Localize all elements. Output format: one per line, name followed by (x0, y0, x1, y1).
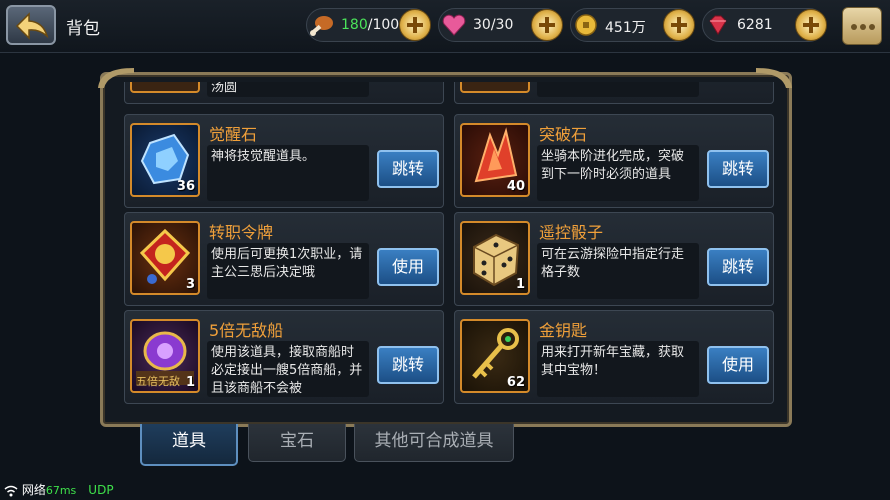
chat-menu-button[interactable] (842, 7, 882, 45)
list-item: 40 突破石 坐骑本阶进化完成，突破到下一阶时必须的道具 跳转 (454, 114, 774, 208)
add-stamina-button[interactable] (399, 9, 431, 41)
wifi-icon (4, 485, 18, 496)
item-description (537, 82, 699, 97)
list-item: 五倍无敌 1 5倍无敌船 使用该道具，接取商船时必定接出一艘5倍商船，并且该商船… (124, 310, 444, 404)
item-list[interactable]: 汤圆 36 觉醒石 神将技觉醒道具。 跳转 40 突破石 坐骑本阶进化完成，突破… (118, 82, 776, 412)
item-count: 40 (506, 179, 525, 194)
item-icon (130, 82, 200, 93)
tab-other-craftables[interactable]: 其他可合成道具 (354, 424, 514, 462)
item-name: 觉醒石 (209, 125, 258, 144)
list-item: 62 金钥匙 用来打开新年宝藏，获取其中宝物！ 使用 (454, 310, 774, 404)
tab-items[interactable]: 道具 (140, 424, 238, 466)
goto-button[interactable]: 跳转 (377, 346, 439, 384)
item-description: 使用后可更换1次职业，请主公三思后决定哦 (207, 243, 369, 299)
list-item: 36 觉醒石 神将技觉醒道具。 跳转 (124, 114, 444, 208)
network-label: 网络 (21, 483, 46, 497)
item-name: 金钥匙 (539, 321, 588, 340)
item-count: 62 (506, 375, 525, 390)
menu-dot-icon (860, 24, 866, 30)
item-name: 转职令牌 (209, 223, 274, 242)
list-item (454, 82, 774, 104)
ping-value: 67ms (45, 484, 77, 497)
item-icon: 1 (460, 221, 530, 295)
list-item: 3 转职令牌 使用后可更换1次职业，请主公三思后决定哦 使用 (124, 212, 444, 306)
item-icon: 36 (130, 123, 200, 197)
network-status: 网络67ms UDP (4, 481, 114, 498)
page-title: 背包 (66, 19, 100, 39)
menu-dot-icon (851, 24, 857, 30)
add-hearts-button[interactable] (531, 9, 563, 41)
gems-resource: 6281 (702, 8, 827, 42)
gems-value: 6281 (737, 17, 773, 33)
gold-resource: 451万 (570, 8, 695, 42)
goto-button[interactable]: 跳转 (707, 248, 769, 286)
hearts-value: 30/30 (473, 17, 514, 33)
item-icon: 五倍无敌 1 (130, 319, 200, 393)
gold-coin-icon (575, 14, 597, 36)
item-name: 突破石 (539, 125, 588, 144)
top-bar: 背包 180/100 30/30 451万 6281 (0, 0, 890, 53)
stamina-max: /100 (367, 17, 400, 33)
list-item: 1 遥控骰子 可在云游探险中指定行走格子数 跳转 (454, 212, 774, 306)
item-icon: 40 (460, 123, 530, 197)
item-icon: 62 (460, 319, 530, 393)
item-description: 神将技觉醒道具。 (207, 145, 369, 201)
use-button[interactable]: 使用 (707, 346, 769, 384)
item-name: 遥控骰子 (539, 223, 604, 242)
item-description: 用来打开新年宝藏，获取其中宝物！ (537, 341, 699, 397)
goto-button[interactable]: 跳转 (707, 150, 769, 188)
hearts-resource: 30/30 (438, 8, 563, 42)
list-item: 汤圆 (124, 82, 444, 104)
item-count: 36 (176, 179, 195, 194)
item-description: 使用该道具，接取商船时必定接出一艘5倍商船，并且该商船不会被 (207, 341, 369, 397)
use-button[interactable]: 使用 (377, 248, 439, 286)
item-description: 坐骑本阶进化完成，突破到下一阶时必须的道具 (537, 145, 699, 201)
add-gold-button[interactable] (663, 9, 695, 41)
back-arrow-icon (15, 12, 49, 40)
item-name: 5倍无敌船 (209, 321, 284, 340)
menu-dot-icon (869, 24, 875, 30)
item-description: 可在云游探险中指定行走格子数 (537, 243, 699, 299)
item-icon (460, 82, 530, 93)
goto-button[interactable]: 跳转 (377, 150, 439, 188)
back-button[interactable] (6, 5, 56, 45)
protocol-label: UDP (88, 483, 114, 497)
item-description: 汤圆 (207, 82, 369, 97)
add-gems-button[interactable] (795, 9, 827, 41)
heart-icon (442, 14, 466, 36)
ship-banner-text: 五倍无敌 (136, 375, 180, 388)
gold-value: 451万 (605, 20, 646, 36)
drumstick-icon (310, 16, 333, 36)
item-count: 1 (515, 277, 525, 292)
item-count: 1 (185, 375, 195, 390)
stamina-resource: 180/100 (306, 8, 431, 42)
stamina-current: 180 (341, 17, 368, 33)
ruby-gem-icon (709, 15, 727, 35)
item-count: 3 (185, 277, 195, 292)
tab-gems[interactable]: 宝石 (248, 424, 346, 462)
item-icon: 3 (130, 221, 200, 295)
